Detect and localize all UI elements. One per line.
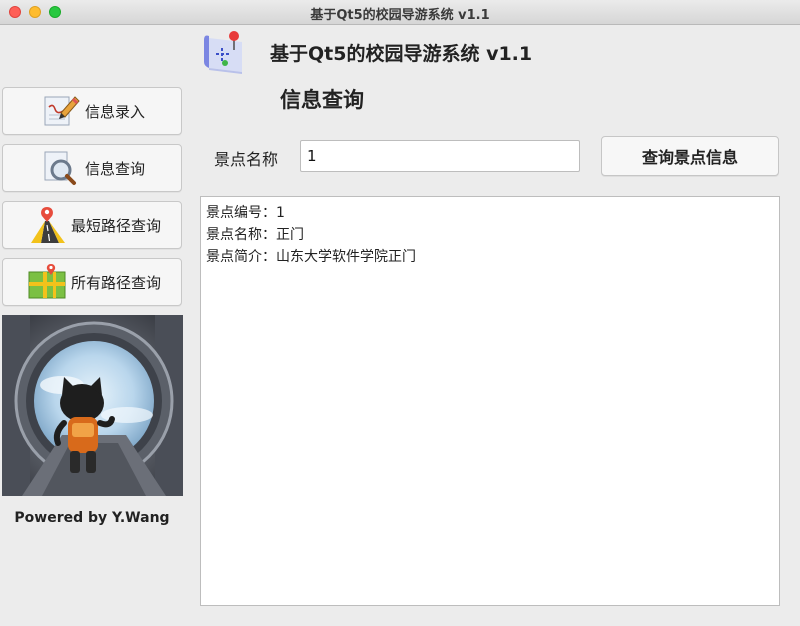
road-pin-icon — [31, 207, 65, 243]
result-text-area[interactable]: 景点编号：1 景点名称：正门 景点简介：山东大学软件学院正门 — [200, 196, 780, 606]
result-line: 景点简介：山东大学软件学院正门 — [206, 249, 416, 265]
app-window: 基于Qt5的校园导游系统 v1.1 基于Qt5的校园导游系统 v1.1 信息查询… — [0, 0, 800, 626]
sidebar-item-all-paths[interactable]: 所有路径查询 — [2, 258, 182, 306]
sidebar-item-info-query[interactable]: 信息查询 — [2, 144, 182, 192]
query-spot-info-button[interactable]: 查询景点信息 — [601, 136, 779, 176]
result-line: 景点编号：1 — [206, 205, 285, 221]
map-icon — [28, 264, 66, 299]
sidebar-item-label: 最短路径查询 — [71, 216, 162, 235]
powered-by-label: Powered by Y.Wang — [14, 510, 170, 526]
sidebar-item-label: 信息查询 — [85, 159, 146, 178]
sidebar-item-label: 所有路径查询 — [71, 273, 162, 292]
page-title: 信息查询 — [280, 88, 364, 112]
map-pin-icon — [204, 31, 242, 74]
sidebar-item-info-entry[interactable]: 信息录入 — [2, 87, 182, 135]
sidebar-item-label: 信息录入 — [85, 102, 146, 121]
scenic-spot-name-label: 景点名称 — [214, 150, 279, 169]
app-title: 基于Qt5的校园导游系统 v1.1 — [270, 43, 533, 65]
pencil-edit-icon — [44, 96, 80, 126]
scenic-spot-name-input[interactable] — [300, 140, 580, 172]
magnifier-icon — [44, 151, 76, 185]
result-line: 景点名称：正门 — [206, 227, 304, 243]
octocat-astronaut-image — [2, 315, 183, 496]
window-title: 基于Qt5的校园导游系统 v1.1 — [310, 8, 490, 23]
sidebar-item-shortest-path[interactable]: 最短路径查询 — [2, 201, 182, 249]
title-bar[interactable]: 基于Qt5的校园导游系统 v1.1 — [0, 0, 800, 25]
